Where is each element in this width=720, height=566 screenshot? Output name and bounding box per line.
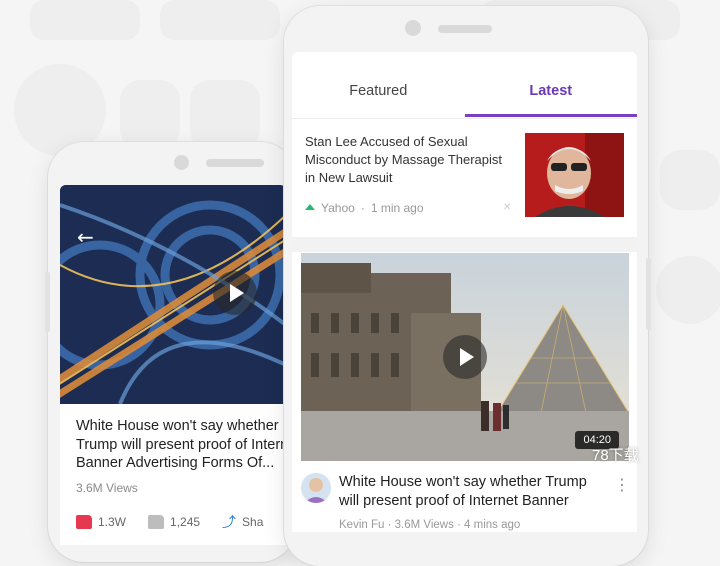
right-phone-speaker bbox=[438, 25, 492, 33]
news-article-card[interactable]: Stan Lee Accused of Sexual Misconduct by… bbox=[292, 119, 637, 237]
article-meta-separator: · bbox=[360, 201, 365, 215]
video-info: White House won't say whether Trump will… bbox=[292, 467, 637, 532]
right-phone-screen: Featured Latest Stan Lee Accused of Sexu… bbox=[292, 52, 637, 532]
left-phone-screen: ← White House won't say whether Trump wi… bbox=[60, 185, 286, 545]
like-count: 1.3W bbox=[98, 515, 127, 529]
article-meta: Yahoo · 1 min ago bbox=[305, 201, 424, 215]
play-icon[interactable] bbox=[443, 335, 487, 379]
right-phone-side-button bbox=[646, 258, 651, 330]
tab-featured[interactable]: Featured bbox=[292, 52, 465, 118]
left-action-row: 1.3W 1,245 ⤴ Sha bbox=[76, 515, 263, 529]
share-label: Sha bbox=[242, 515, 264, 529]
left-video-title[interactable]: White House won't say whether Trump will… bbox=[76, 417, 286, 473]
avatar[interactable] bbox=[301, 473, 331, 503]
left-video-views: 3.6M Views bbox=[76, 481, 138, 495]
video-meta: Kevin Fu · 3.6M Views · 4 mins ago bbox=[339, 519, 521, 531]
share-button[interactable]: ⤴ Sha bbox=[222, 515, 263, 529]
share-icon: ⤴ bbox=[222, 514, 237, 530]
comment-icon bbox=[148, 515, 165, 529]
comment-button[interactable]: 1,245 bbox=[148, 515, 200, 529]
left-phone-camera bbox=[174, 155, 189, 170]
back-arrow-icon[interactable]: ← bbox=[77, 225, 94, 249]
like-button[interactable]: 1.3W bbox=[76, 515, 126, 529]
portrait-image bbox=[525, 133, 624, 217]
highway-video-thumbnail[interactable]: ← bbox=[60, 185, 286, 404]
tab-bar: Featured Latest bbox=[292, 52, 637, 118]
thumbs-up-icon bbox=[76, 515, 92, 529]
right-phone-camera bbox=[405, 20, 421, 36]
left-phone-speaker bbox=[206, 159, 264, 167]
avatar-image bbox=[301, 473, 331, 503]
article-thumbnail[interactable] bbox=[525, 133, 624, 217]
more-options-icon[interactable]: ⋮ bbox=[614, 475, 630, 494]
section-divider bbox=[292, 237, 637, 252]
tab-latest[interactable]: Latest bbox=[464, 52, 638, 118]
article-title[interactable]: Stan Lee Accused of Sexual Misconduct by… bbox=[305, 133, 515, 187]
dismiss-icon[interactable]: ✕ bbox=[503, 202, 511, 213]
watermark: 78下载 bbox=[592, 447, 639, 464]
trending-up-icon bbox=[305, 204, 315, 210]
article-time: 1 min ago bbox=[370, 201, 424, 215]
comment-count: 1,245 bbox=[170, 515, 201, 529]
louvre-video-card[interactable]: 04:20 bbox=[301, 253, 629, 461]
article-source: Yahoo bbox=[321, 201, 355, 215]
left-phone-side-button bbox=[45, 272, 50, 332]
video-title[interactable]: White House won't say whether Trump will… bbox=[339, 473, 599, 511]
play-icon[interactable] bbox=[213, 271, 257, 315]
